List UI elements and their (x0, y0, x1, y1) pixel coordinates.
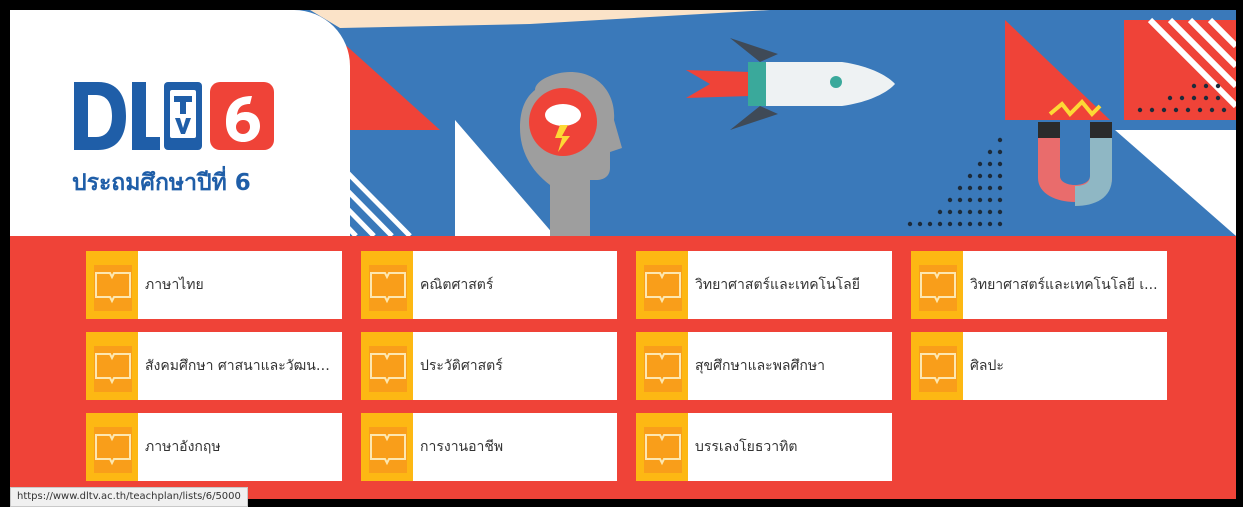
subject-grid: ภาษาไทย คณิตศาสตร์ วิทยาศาสตร์และเทคโนโล… (10, 236, 1236, 499)
subject-label: คณิตศาสตร์ (420, 277, 494, 293)
subject-label: วิทยาศาสตร์และเทคโนโลยี เ... (970, 277, 1158, 293)
subject-label: บรรเลงโยธวาทิต (695, 439, 798, 455)
subject-label: ภาษาอังกฤษ (145, 439, 221, 455)
head-illustration (520, 72, 622, 236)
header-banner: ประถมศึกษาปีที่ 6 (10, 10, 1236, 236)
dot-pattern (907, 137, 1003, 227)
subject-card-thai[interactable]: ภาษาไทย (86, 251, 342, 319)
subject-label: ภาษาไทย (145, 277, 204, 293)
book-icon (361, 332, 413, 400)
subject-card-career[interactable]: การงานอาชีพ (361, 413, 617, 481)
book-icon (636, 332, 688, 400)
book-icon (86, 413, 138, 481)
rocket-illustration (686, 38, 895, 130)
book-icon (636, 251, 688, 319)
subject-card-math[interactable]: คณิตศาสตร์ (361, 251, 617, 319)
subject-label: สังคมศึกษา ศาสนาและวัฒนธ... (145, 358, 335, 374)
logo-panel: ประถมศึกษาปีที่ 6 (10, 10, 350, 236)
dltv-logo-icon[interactable] (74, 82, 274, 154)
book-icon (636, 413, 688, 481)
grade-label: ประถมศึกษาปีที่ 6 (72, 170, 251, 196)
book-icon (361, 251, 413, 319)
subject-label: ประวัติศาสตร์ (420, 358, 503, 374)
book-icon (911, 251, 963, 319)
book-icon (86, 332, 138, 400)
subject-card-history[interactable]: ประวัติศาสตร์ (361, 332, 617, 400)
subject-card-marching-band[interactable]: บรรเลงโยธวาทิต (636, 413, 892, 481)
subject-label: ศิลปะ (970, 358, 1004, 374)
subject-label: วิทยาศาสตร์และเทคโนโลยี (695, 277, 860, 293)
subject-card-science-2[interactable]: วิทยาศาสตร์และเทคโนโลยี เ... (911, 251, 1167, 319)
subject-card-science[interactable]: วิทยาศาสตร์และเทคโนโลยี (636, 251, 892, 319)
book-icon (911, 332, 963, 400)
status-bar-url: https://www.dltv.ac.th/teachplan/lists/6… (10, 487, 248, 507)
subject-card-health-pe[interactable]: สุขศึกษาและพลศึกษา (636, 332, 892, 400)
book-icon (86, 251, 138, 319)
page-frame: ประถมศึกษาปีที่ 6 ภาษาไทย คณิตศาสตร์ วิท… (10, 10, 1236, 499)
subject-label: สุขศึกษาและพลศึกษา (695, 358, 825, 374)
subject-label: การงานอาชีพ (420, 439, 504, 455)
book-icon (361, 413, 413, 481)
subject-card-english[interactable]: ภาษาอังกฤษ (86, 413, 342, 481)
subject-card-social[interactable]: สังคมศึกษา ศาสนาและวัฒนธ... (86, 332, 342, 400)
subject-card-art[interactable]: ศิลปะ (911, 332, 1167, 400)
